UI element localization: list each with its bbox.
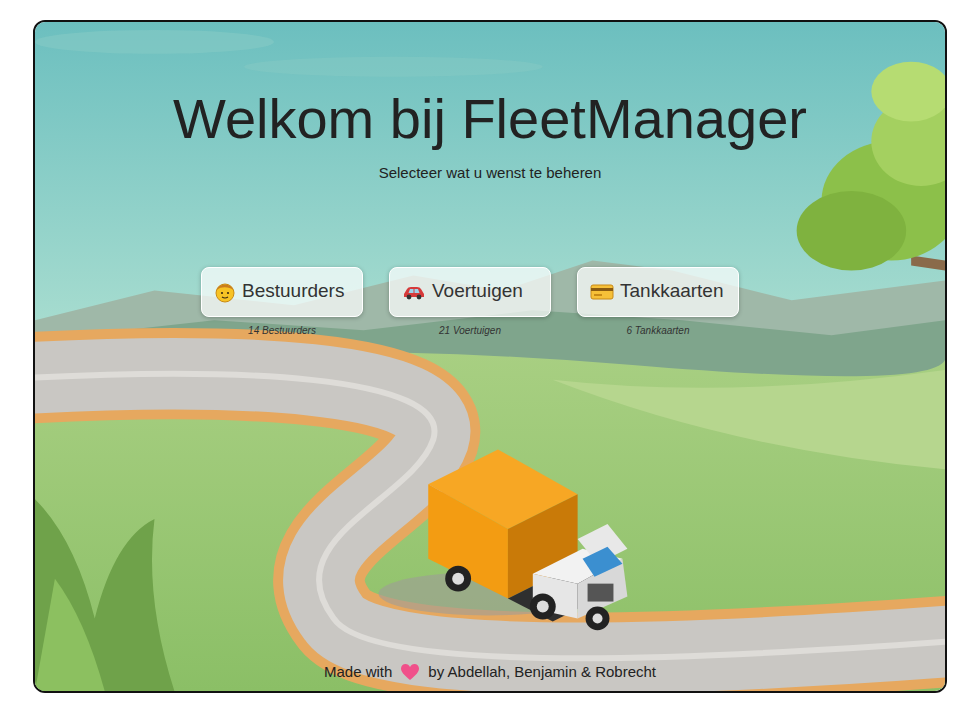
footer: Made withby Abdellah, Benjamin & Robrech…: [324, 661, 656, 684]
option: Voertuigen 21 Voertuigen: [389, 267, 551, 338]
car-icon: [402, 283, 426, 301]
option: Tankkaarten 6 Tankkaarten: [577, 267, 739, 338]
option-button[interactable]: Bestuurders: [201, 267, 363, 317]
welcome-panel: Welkom bij FleetManager Selecteer wat u w…: [33, 20, 947, 693]
option-count: 14 Bestuurders: [248, 323, 316, 338]
credit-card-icon: [590, 283, 614, 301]
option-list: Bestuurders 14 Bestuurders Voertuigen 21 Vo…: [201, 267, 779, 338]
heart-icon: [400, 663, 420, 681]
face-icon: [214, 281, 236, 303]
subtitle: Selecteer wat u wenst te beheren: [379, 162, 602, 185]
option-count: 21 Voertuigen: [439, 323, 501, 338]
option: Bestuurders 14 Bestuurders: [201, 267, 363, 338]
option-button[interactable]: Tankkaarten: [577, 267, 739, 317]
option-button[interactable]: Voertuigen: [389, 267, 551, 317]
page: Welkom bij FleetManager Selecteer wat u w…: [0, 0, 975, 711]
welcome-title: Welkom bij FleetManager: [173, 86, 807, 152]
option-count: 6 Tankkaarten: [626, 323, 689, 338]
